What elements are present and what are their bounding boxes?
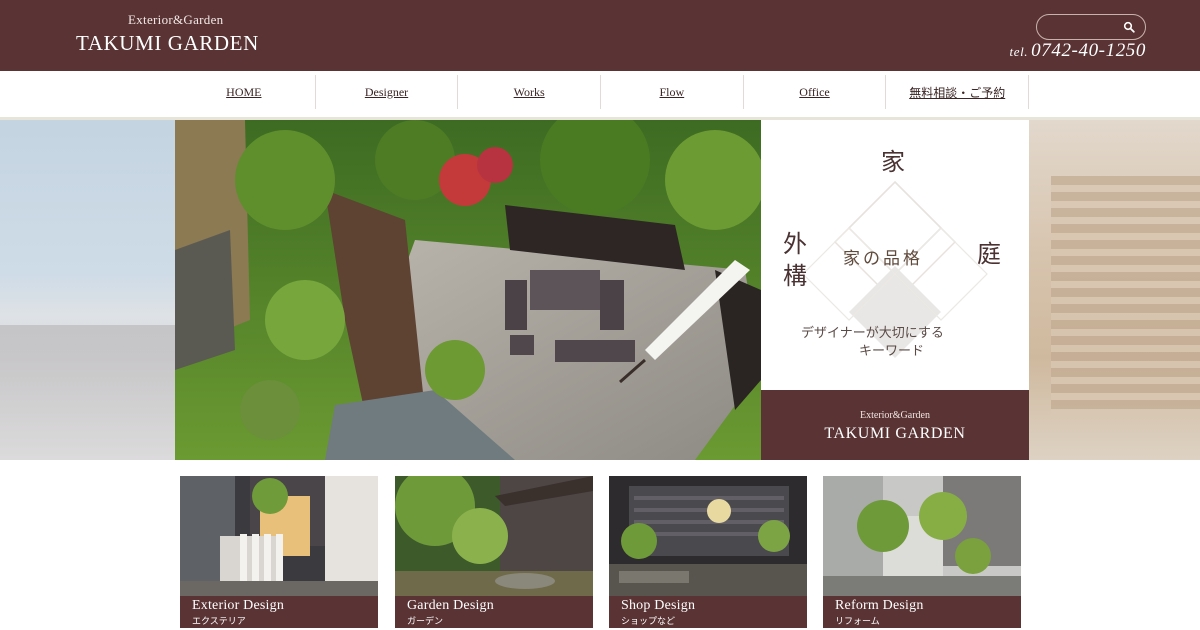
- card-caption: Reform Design リフォーム: [823, 596, 1021, 628]
- search-icon[interactable]: [1123, 21, 1135, 33]
- hero-tagline-line2: キーワード: [859, 344, 925, 359]
- kanji-ie: 家: [881, 148, 905, 176]
- card-title: Reform Design: [835, 598, 924, 613]
- garden-design-photo: [395, 476, 593, 596]
- card-caption: Shop Design ショップなど: [609, 596, 807, 628]
- card-reform-design[interactable]: Reform Design リフォーム: [823, 476, 1021, 628]
- card-title: Garden Design: [407, 598, 494, 613]
- phone-number[interactable]: tel. 0742-40-1250: [1009, 40, 1146, 62]
- hero-tagline-line1: デザイナーが大切にする: [801, 326, 944, 341]
- site-logo[interactable]: TAKUMI GARDEN: [76, 31, 259, 56]
- hero-image: [175, 120, 761, 460]
- search-box: [1036, 14, 1146, 40]
- hero-brand-name: TAKUMI GARDEN: [824, 425, 966, 442]
- kanji-kou: 構: [783, 262, 807, 290]
- nav-home[interactable]: HOME: [173, 75, 315, 109]
- card-exterior-design[interactable]: Exterior Design エクステリア: [180, 476, 378, 628]
- exterior-photo: [180, 476, 378, 596]
- hero-brand-footer: Exterior&Garden TAKUMI GARDEN: [761, 390, 1029, 460]
- garden-photo: [175, 120, 761, 460]
- hero-next-slide[interactable]: [1029, 120, 1200, 460]
- card-subtitle: エクステリア: [192, 617, 246, 627]
- shop-design-photo: [609, 476, 807, 596]
- search-input[interactable]: [1047, 18, 1125, 36]
- hero-prev-slide[interactable]: [0, 120, 175, 460]
- kanji-niwa: 庭: [977, 240, 1001, 268]
- nav-consultation[interactable]: 無料相談・ご予約: [885, 75, 1030, 109]
- card-garden-design[interactable]: Garden Design ガーデン: [395, 476, 593, 628]
- service-cards: Exterior Design エクステリア Garden Design ガーデ…: [180, 476, 1021, 628]
- nav-works[interactable]: Works: [457, 75, 600, 109]
- tel-prefix: tel.: [1009, 44, 1029, 59]
- tel-number: 0742-40-1250: [1031, 40, 1146, 61]
- card-title: Shop Design: [621, 598, 696, 613]
- reform-design-photo: [823, 476, 1021, 596]
- card-title: Exterior Design: [192, 598, 285, 613]
- card-shop-design[interactable]: Shop Design ショップなど: [609, 476, 807, 628]
- site-header: Exterior&Garden TAKUMI GARDEN tel. 0742-4…: [0, 0, 1200, 71]
- card-caption: Garden Design ガーデン: [395, 596, 593, 628]
- card-subtitle: リフォーム: [835, 617, 880, 627]
- kanji-gai: 外: [783, 230, 807, 258]
- hero-text-panel: 家 外 構 庭 家の品格 デザイナーが大切にする キーワード Exterior&…: [761, 120, 1029, 460]
- hero-center-text: 家の品格: [843, 249, 923, 269]
- hero-brand-subtitle: Exterior&Garden: [860, 410, 930, 421]
- nav-flow[interactable]: Flow: [600, 75, 743, 109]
- nav-designer[interactable]: Designer: [314, 75, 458, 109]
- card-subtitle: ガーデン: [407, 617, 444, 627]
- main-nav: HOME Designer Works Flow Office 無料相談・ご予約: [173, 75, 1030, 109]
- nav-office[interactable]: Office: [742, 75, 886, 109]
- logo-subtitle: Exterior&Garden: [128, 12, 224, 27]
- card-caption: Exterior Design エクステリア: [180, 596, 378, 628]
- card-subtitle: ショップなど: [621, 617, 676, 627]
